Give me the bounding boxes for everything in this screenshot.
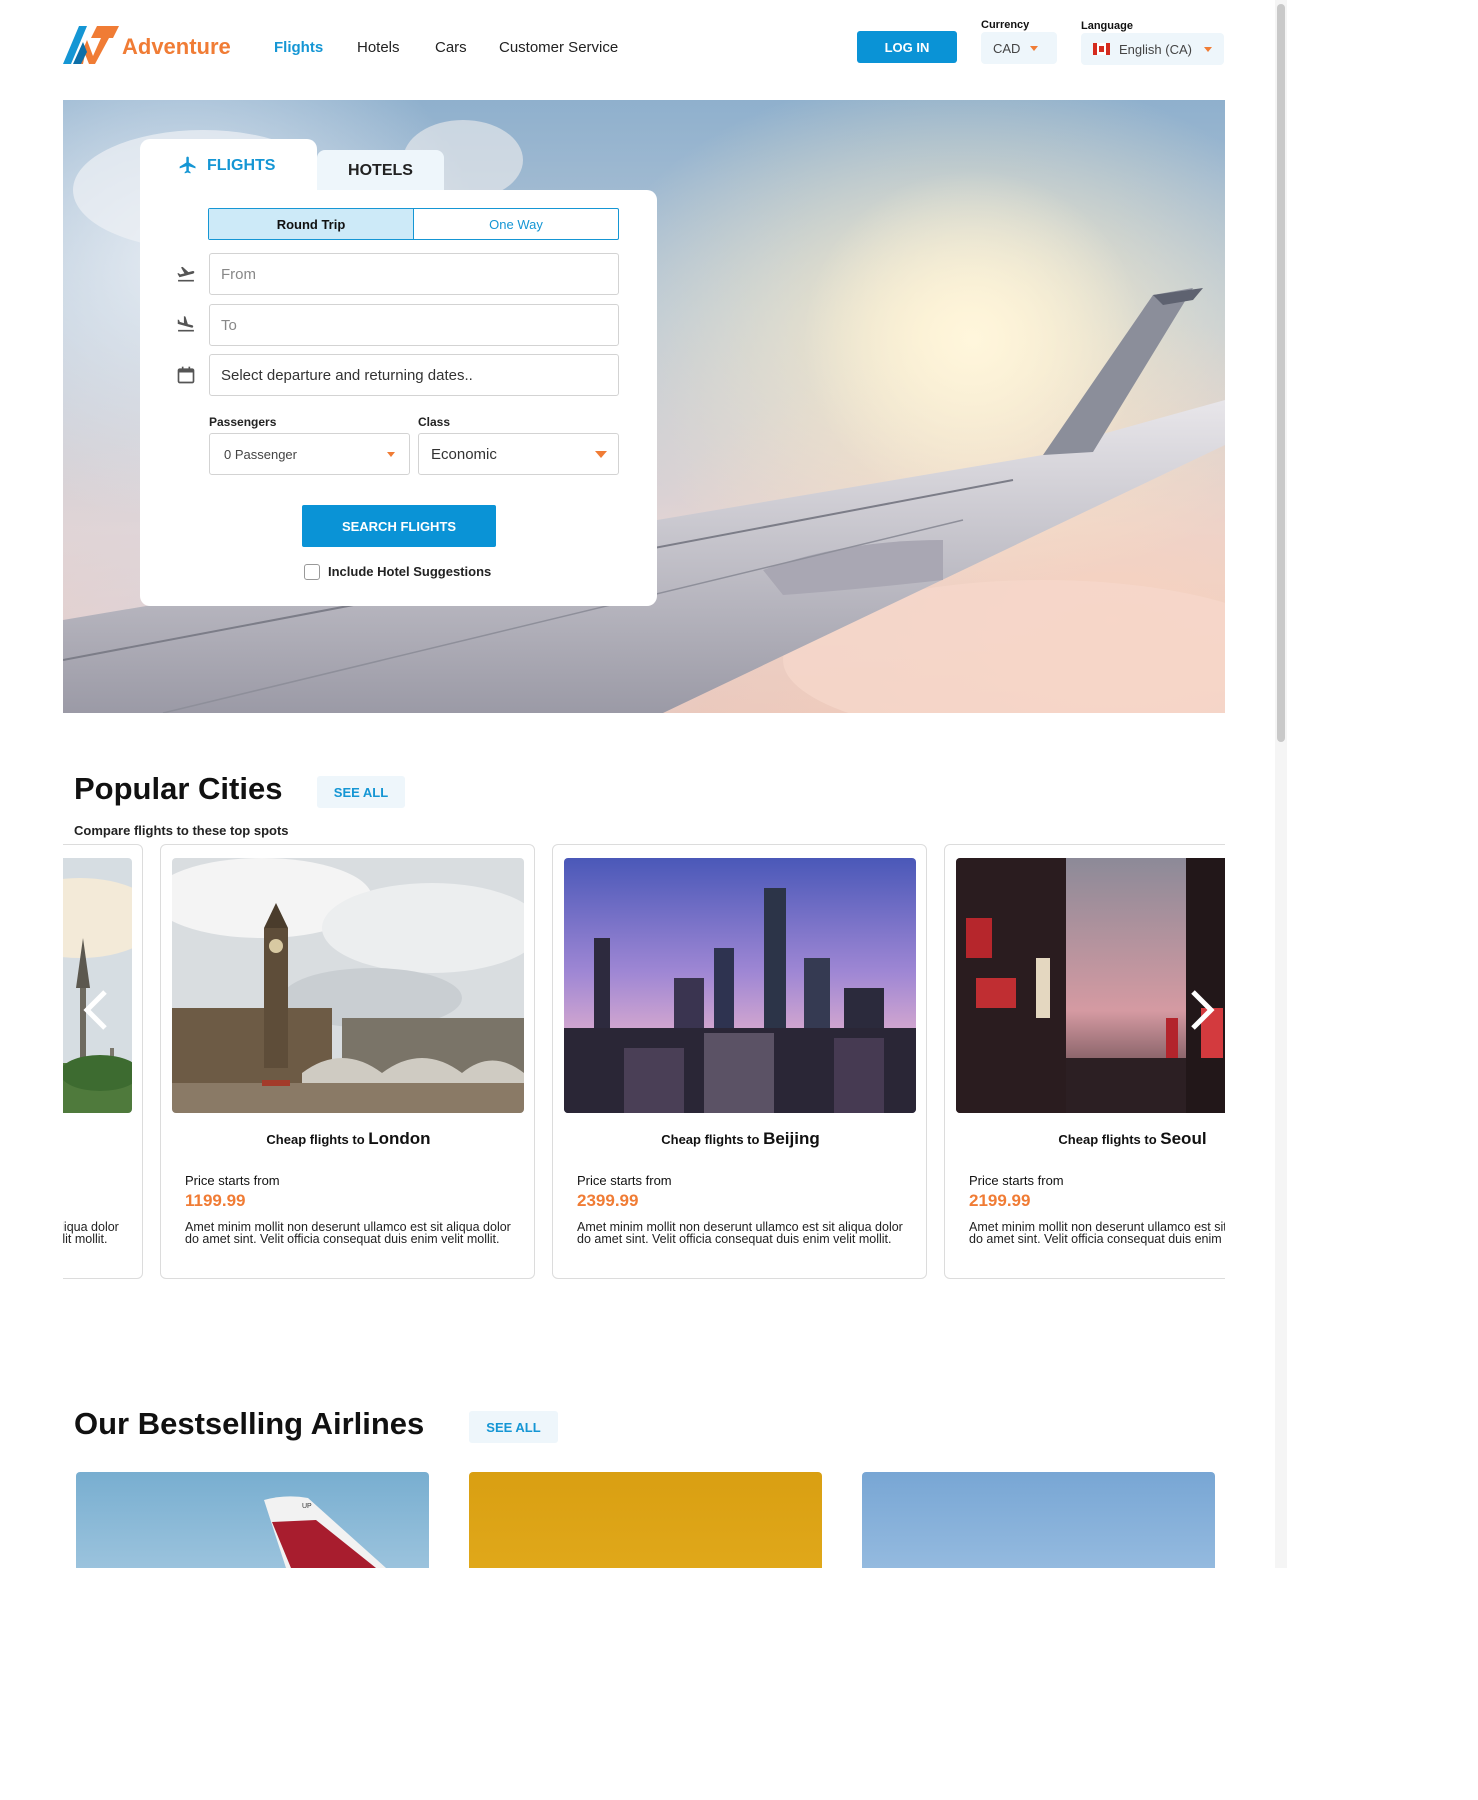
site-header: Adventure Flights Hotels Cars Customer S… (0, 0, 1287, 100)
nav-flights[interactable]: Flights (274, 39, 323, 56)
cities-carousel: Amet minim mollit non deserunt ullamco e… (63, 844, 1225, 1280)
canada-flag-icon (1093, 43, 1110, 55)
city-name: Seoul (1160, 1129, 1207, 1148)
airline-card[interactable]: UP (76, 1472, 429, 1568)
city-name: London (368, 1129, 431, 1148)
arrival-icon (177, 316, 194, 332)
popular-cities-title: Popular Cities (74, 771, 283, 806)
tab-hotels[interactable]: HOTELS (317, 150, 444, 191)
language-label: Language (1081, 20, 1133, 32)
passengers-select[interactable]: 0 Passenger (209, 433, 410, 475)
city-price: 2199.99 (969, 1191, 1031, 1210)
airplane-icon (179, 156, 196, 174)
svg-text:UP: UP (302, 1503, 312, 1510)
popular-see-all-button[interactable]: SEE ALL (317, 776, 405, 808)
login-button[interactable]: LOG IN (857, 31, 957, 63)
city-description: Amet minim mollit non deserunt ullamco e… (577, 1220, 903, 1246)
city-heading: Cheap flights to Seoul (945, 1129, 1225, 1149)
chevron-down-icon (1203, 46, 1212, 52)
chevron-down-icon (1030, 45, 1039, 51)
city-description: Amet minim mollit non deserunt ullamco e… (63, 1220, 119, 1246)
departure-icon (177, 266, 195, 282)
currency-value: CAD (993, 40, 1021, 56)
chevron-right-icon[interactable] (1187, 988, 1217, 1032)
city-card-seoul[interactable]: Cheap flights to Seoul Price starts from… (944, 844, 1225, 1279)
one-way-option[interactable]: One Way (414, 209, 618, 239)
city-heading: Cheap flights to London (161, 1129, 534, 1149)
airline-card[interactable] (469, 1472, 822, 1568)
city-price: 2399.99 (577, 1191, 639, 1210)
beijing-image (564, 858, 916, 1113)
logo-icon[interactable] (63, 24, 119, 66)
price-label: Price starts from (577, 1173, 672, 1188)
round-trip-option[interactable]: Round Trip (209, 209, 414, 239)
nav-customer-service[interactable]: Customer Service (499, 39, 618, 56)
airlines-title: Our Bestselling Airlines (74, 1406, 425, 1441)
city-prefix: Cheap flights to (266, 1132, 365, 1147)
from-input[interactable]: From (209, 253, 619, 295)
price-label: Price starts from (969, 1173, 1064, 1188)
city-name: Beijing (763, 1129, 820, 1148)
nav-hotels[interactable]: Hotels (357, 39, 400, 56)
popular-subtitle: Compare flights to these top spots (74, 823, 289, 838)
passengers-value: 0 Passenger (224, 446, 297, 462)
brand-name[interactable]: Adventure (122, 34, 231, 60)
chevron-down-icon (595, 451, 607, 458)
trip-type-toggle: Round Trip One Way (208, 208, 619, 240)
dates-input[interactable]: Select departure and returning dates.. (209, 354, 619, 396)
city-prefix: Cheap flights to (661, 1132, 760, 1147)
to-input[interactable]: To (209, 304, 619, 346)
chevron-down-icon (387, 452, 395, 457)
page-scrollbar[interactable] (1275, 0, 1287, 1568)
city-card-london[interactable]: Cheap flights to London Price starts fro… (160, 844, 535, 1279)
airlines-see-all-button[interactable]: SEE ALL (469, 1411, 558, 1443)
currency-label: Currency (981, 19, 1030, 31)
city-description: Amet minim mollit non deserunt ullamco e… (969, 1220, 1225, 1246)
tab-flights-label[interactable]: FLIGHTS (207, 157, 275, 175)
search-flights-button[interactable]: SEARCH FLIGHTS (302, 505, 496, 547)
city-heading: Cheap flights to Beijing (553, 1129, 926, 1149)
seoul-image (956, 858, 1225, 1113)
hotel-suggestions-checkbox[interactable] (304, 564, 320, 580)
class-select[interactable]: Economic (418, 433, 619, 475)
scrollbar-thumb[interactable] (1277, 4, 1285, 742)
class-label: Class (418, 415, 451, 429)
city-image (63, 858, 132, 1113)
airline-tail-image: UP (264, 1496, 386, 1568)
london-image (172, 858, 524, 1113)
language-select[interactable]: English (CA) (1081, 33, 1224, 65)
price-label: Price starts from (185, 1173, 280, 1188)
class-value: Economic (431, 445, 497, 463)
city-prefix: Cheap flights to (1058, 1132, 1157, 1147)
calendar-icon (177, 366, 195, 384)
city-price: 1199.99 (185, 1191, 246, 1210)
city-card-beijing[interactable]: Cheap flights to Beijing Price starts fr… (552, 844, 927, 1279)
passengers-label: Passengers (209, 415, 277, 429)
hotel-suggestions-label[interactable]: Include Hotel Suggestions (328, 564, 491, 579)
language-value: English (CA) (1119, 41, 1192, 57)
city-description: Amet minim mollit non deserunt ullamco e… (185, 1220, 511, 1246)
currency-select[interactable]: CAD (981, 32, 1057, 64)
chevron-left-icon[interactable] (81, 988, 111, 1032)
city-card[interactable]: Amet minim mollit non deserunt ullamco e… (63, 844, 143, 1279)
airline-card[interactable] (862, 1472, 1215, 1568)
nav-cars[interactable]: Cars (435, 39, 467, 56)
